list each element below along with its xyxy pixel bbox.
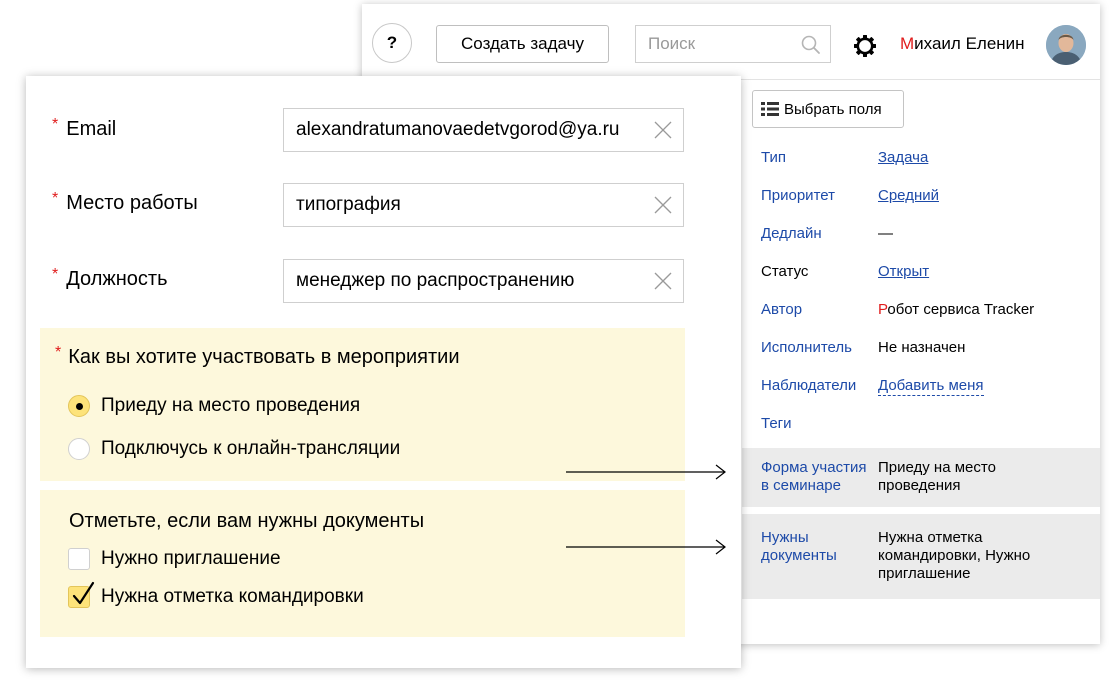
radio-label: Приеду на место проведения: [101, 395, 361, 416]
prop-value-documents: Нужна отметка командировки, Нужно приглаше…: [878, 529, 1031, 582]
prop-key: Автор: [761, 301, 803, 318]
participation-section: * Как вы хотите участвовать в мероприятии…: [40, 328, 685, 481]
user-first-letter: М: [900, 34, 915, 53]
search-box: [635, 25, 831, 63]
arrow-right-icon: [566, 464, 726, 480]
choose-fields-button[interactable]: Выбрать поля: [752, 90, 904, 128]
prop-value-status[interactable]: Открыт: [878, 263, 929, 281]
gear-icon[interactable]: [852, 33, 878, 59]
prop-value-priority[interactable]: Средний: [878, 187, 939, 205]
search-icon[interactable]: [800, 34, 822, 56]
prop-key: Приоритет: [761, 187, 835, 204]
checkbox[interactable]: [68, 581, 95, 608]
prop-value-type[interactable]: Задача: [878, 149, 928, 167]
clear-icon[interactable]: [653, 195, 673, 215]
required-mark: *: [55, 344, 62, 361]
radio-option-online[interactable]: Подключусь к онлайн-трансляции: [68, 438, 400, 460]
registration-form: *Email *Место работы *Должность *Как вы …: [26, 76, 741, 668]
prop-key: Форма участия в семинаре: [761, 459, 867, 494]
checkbox-option-business-trip[interactable]: Нужна отметка командировки: [68, 581, 364, 608]
prop-type: Тип Задача: [742, 139, 1100, 177]
arrow-right-icon: [566, 539, 726, 555]
position-field: [283, 259, 684, 303]
help-button[interactable]: ?: [372, 23, 412, 63]
required-mark: *: [52, 190, 59, 207]
workplace-field: [283, 183, 684, 227]
prop-tags: Теги: [742, 405, 1100, 443]
checkbox-label: Нужно приглашение: [101, 548, 281, 569]
prop-documents: Нужны документы Нужна отметка командировки…: [742, 514, 1100, 599]
prop-key: Теги: [761, 415, 792, 432]
email-field: [283, 108, 684, 152]
prop-deadline: Дедлайн —: [742, 215, 1100, 253]
prop-key: Тип: [761, 149, 787, 166]
prop-status: Статус Открыт: [742, 253, 1100, 291]
checkbox[interactable]: [68, 548, 90, 570]
radio-button[interactable]: [68, 395, 90, 417]
required-mark: *: [52, 116, 59, 133]
checkbox-label: Нужна отметка командировки: [101, 586, 364, 607]
clear-icon[interactable]: [653, 271, 673, 291]
prop-key: Исполнитель: [761, 339, 852, 356]
prop-value-participation: Приеду на место проведения: [878, 459, 996, 494]
add-me-link[interactable]: Добавить меня: [878, 377, 984, 396]
radio-button[interactable]: [68, 438, 90, 460]
prop-author: Автор Робот сервиса Tracker: [742, 291, 1100, 329]
documents-section: Отметьте, если вам нужны документы Нужно…: [40, 490, 685, 637]
avatar[interactable]: [1046, 25, 1086, 65]
prop-key: Нужны документы: [761, 529, 837, 564]
prop-key: Дедлайн: [761, 225, 822, 242]
required-mark: *: [52, 266, 59, 283]
checkmark-icon: [72, 581, 95, 605]
email-input[interactable]: [284, 109, 644, 151]
prop-watchers: Наблюдатели Добавить меня: [742, 367, 1100, 405]
choose-fields-label: Выбрать поля: [784, 100, 882, 118]
user-name[interactable]: Михаил Еленин: [900, 34, 1025, 54]
position-label: * Должность: [52, 266, 168, 290]
issue-properties: Тип Задача Приоритет Средний Дедлайн — С…: [742, 139, 1100, 599]
workplace-label: * Место работы: [52, 190, 198, 214]
user-name-rest: ихаил Еленин: [914, 34, 1025, 53]
search-input[interactable]: [636, 26, 796, 62]
prop-priority: Приоритет Средний: [742, 177, 1100, 215]
prop-key: Наблюдатели: [761, 377, 857, 394]
radio-label: Подключусь к онлайн-трансляции: [101, 438, 401, 459]
radio-option-onsite[interactable]: Приеду на место проведения: [68, 395, 360, 417]
email-label: * Email: [52, 116, 117, 140]
clear-icon[interactable]: [653, 120, 673, 140]
prop-value-deadline[interactable]: —: [878, 225, 1100, 243]
prop-value-assignee[interactable]: Не назначен: [878, 339, 1100, 357]
tracker-header: ? Создать задачу Михаил Еленин: [362, 4, 1100, 80]
participation-question: * Как вы хотите участвовать в мероприятии: [55, 344, 460, 368]
workplace-input[interactable]: [284, 184, 644, 226]
fields-list-icon: [761, 102, 779, 116]
prop-key: Статус: [761, 263, 809, 280]
prop-participation-form: Форма участия в семинаре Приеду на место п…: [742, 448, 1100, 507]
prop-assignee: Исполнитель Не назначен: [742, 329, 1100, 367]
avatar-photo: [1046, 25, 1086, 65]
prop-value-author[interactable]: Робот сервиса Tracker: [878, 301, 1100, 319]
create-task-button[interactable]: Создать задачу: [436, 25, 609, 63]
position-input[interactable]: [284, 260, 644, 302]
documents-question: Отметьте, если вам нужны документы: [69, 510, 425, 532]
checkbox-option-invitation[interactable]: Нужно приглашение: [68, 548, 281, 570]
